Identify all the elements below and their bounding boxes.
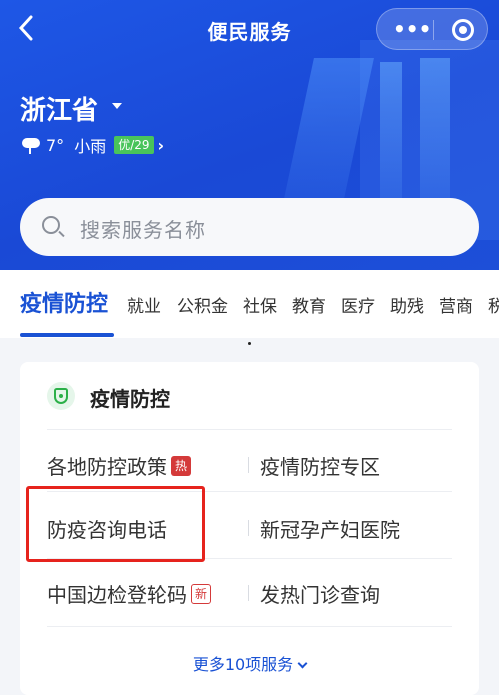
new-badge: 新 <box>191 583 211 604</box>
tab-medical[interactable]: 医疗 <box>341 292 375 317</box>
chevron-right-icon: › <box>157 135 165 155</box>
dot-marker <box>248 342 251 345</box>
cloud-rain-icon <box>20 135 42 155</box>
more-button[interactable]: ••• <box>393 19 431 39</box>
column-divider <box>248 457 249 473</box>
province-selector[interactable]: 浙江省 <box>20 90 98 127</box>
column-divider <box>248 520 249 536</box>
card-title: 疫情防控 <box>90 387 170 411</box>
weather-info[interactable]: 7° 小雨 优/29 › <box>20 134 164 156</box>
service-item[interactable]: 新冠孕产妇医院 <box>260 514 400 543</box>
category-tabs: 疫情防控 就业 公积金 社保 教育 医疗 助残 营商 税 <box>0 270 499 338</box>
mini-program-capsule: ••• <box>376 8 488 50</box>
service-item[interactable]: 发热门诊查询 <box>260 579 380 608</box>
caret-down-icon[interactable] <box>112 103 122 109</box>
search-input[interactable]: 搜索服务名称 <box>20 198 479 256</box>
service-label: 发热门诊查询 <box>260 583 380 607</box>
more-services-link[interactable]: 更多10项服务 <box>20 651 479 675</box>
tab-disability-aid[interactable]: 助残 <box>390 292 424 317</box>
highlight-annotation <box>26 486 205 562</box>
column-divider <box>248 585 249 601</box>
tab-tax[interactable]: 税 <box>488 292 499 317</box>
service-label: 新冠孕产妇医院 <box>260 518 400 542</box>
service-item[interactable]: 中国边检登轮码 新 <box>47 579 211 608</box>
service-label: 中国边检登轮码 <box>47 583 187 607</box>
card-divider <box>47 429 452 430</box>
service-label: 疫情防控专区 <box>260 455 380 479</box>
close-button[interactable] <box>452 19 474 41</box>
row-divider <box>47 626 452 627</box>
tab-business[interactable]: 营商 <box>439 292 473 317</box>
header: 便民服务 ••• 浙江省 7° 小雨 优/29 › 搜索服务名称 <box>0 0 499 270</box>
service-item[interactable]: 各地防控政策 热 <box>47 451 191 480</box>
chevron-down-icon <box>297 658 308 669</box>
service-label: 各地防控政策 <box>47 455 167 479</box>
more-services-label: 更多10项服务 <box>192 655 294 674</box>
tab-social-security[interactable]: 社保 <box>243 292 277 317</box>
capsule-divider <box>433 20 434 40</box>
air-quality-badge: 优/29 <box>114 136 154 154</box>
weather-condition: 小雨 <box>74 137 107 156</box>
search-icon <box>42 216 60 234</box>
header-decoration <box>380 62 402 202</box>
shield-icon <box>47 382 75 410</box>
temperature: 7° <box>46 135 65 155</box>
tab-employment[interactable]: 就业 <box>127 292 161 317</box>
header-decoration <box>420 58 450 208</box>
hot-badge: 热 <box>171 455 191 476</box>
service-item[interactable]: 疫情防控专区 <box>260 451 380 480</box>
tab-education[interactable]: 教育 <box>292 292 326 317</box>
tab-housing-fund[interactable]: 公积金 <box>177 292 228 317</box>
tab-epidemic-control[interactable]: 疫情防控 <box>20 286 108 318</box>
active-tab-indicator <box>20 333 114 337</box>
search-placeholder: 搜索服务名称 <box>80 218 206 242</box>
